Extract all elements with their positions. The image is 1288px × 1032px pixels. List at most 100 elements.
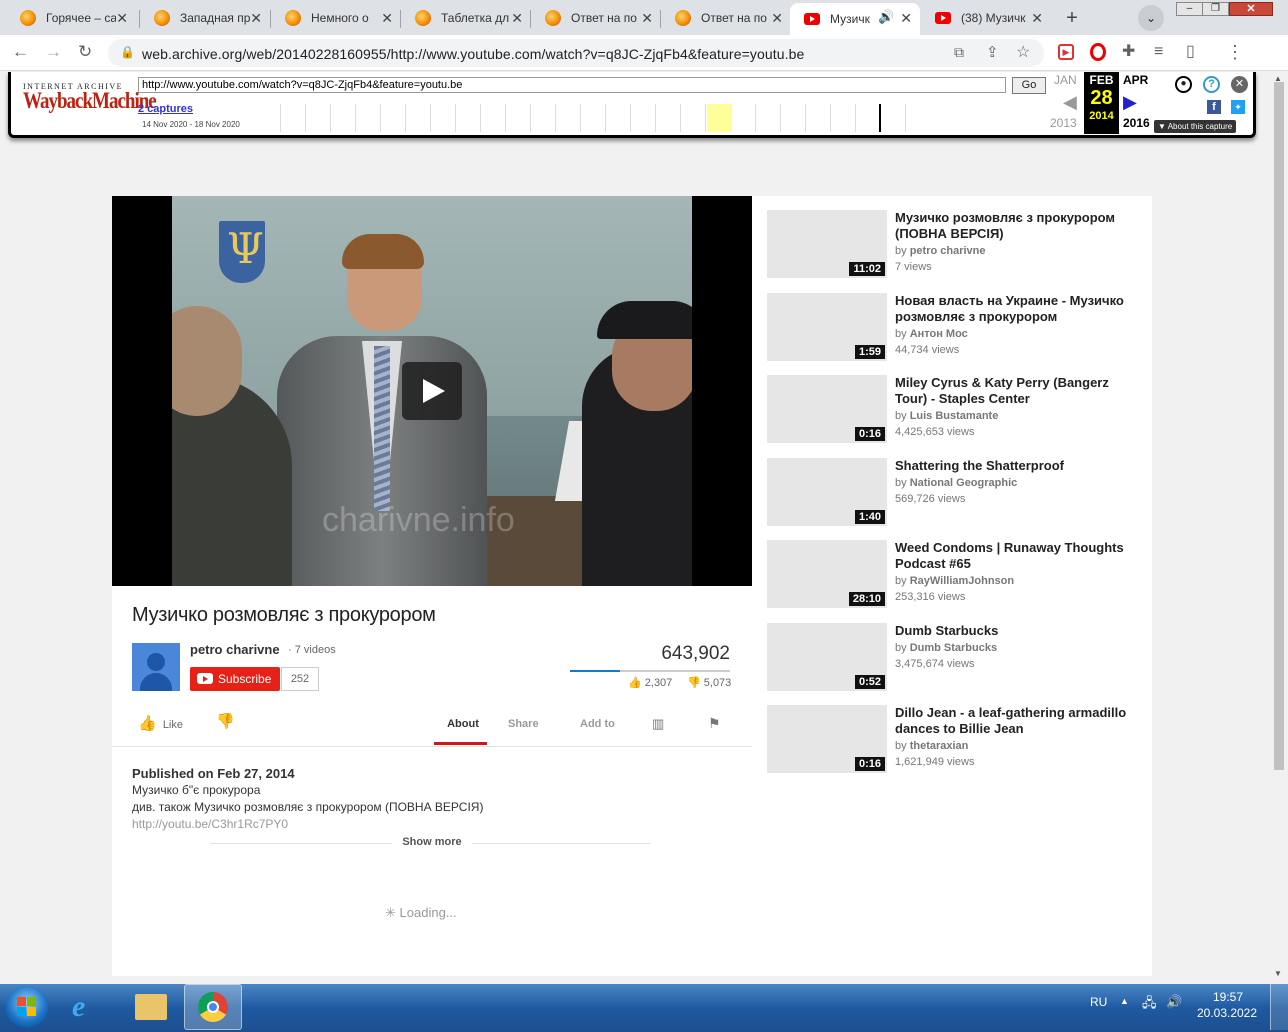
clock-date[interactable]: 20.03.2022 [1194,1006,1260,1020]
twitter-icon[interactable]: ✦ [1231,100,1245,114]
flag-icon[interactable]: ⚑ [708,715,721,732]
page-scrollbar[interactable]: ▲ ▼ [1270,72,1288,984]
facebook-icon[interactable]: f [1207,100,1221,114]
internet-explorer-icon[interactable]: e [72,990,85,1024]
close-tab-icon[interactable]: ✕ [771,10,783,27]
subscribe-button[interactable]: Subscribe [190,667,280,691]
account-icon[interactable]: ● [1175,76,1192,93]
channel-name[interactable]: RayWilliamJohnson [910,575,1014,587]
close-icon[interactable]: ✕ [1231,76,1248,93]
close-tab-icon[interactable]: ✕ [900,10,912,27]
tab-6[interactable]: Ответ на по ✕ [661,3,791,33]
related-video-item[interactable]: 0:16 Miley Cyrus & Katy Perry (Bangerz To… [767,375,1147,445]
next-capture-arrow-icon[interactable]: ▶ [1123,92,1137,113]
scrollbar-thumb[interactable] [1274,82,1284,770]
prev-year[interactable]: 2013 [1050,116,1077,130]
wayback-url-input[interactable] [138,77,1006,93]
language-indicator[interactable]: RU [1090,995,1107,1009]
close-tab-icon[interactable]: ✕ [641,10,653,27]
address-bar[interactable]: 🔒 web.archive.org/web/20140228160955/htt… [108,39,1044,67]
related-video-title[interactable]: Dillo Jean - a leaf-gathering armadillo … [895,705,1135,736]
related-video-item[interactable]: 11:02 Музичко розмовляє з прокурором (ПОВ… [767,210,1147,280]
tab-add-to[interactable]: Add to [580,718,615,730]
start-button[interactable] [6,986,48,1028]
minimize-button[interactable]: – [1176,2,1203,16]
video-thumbnail[interactable]: 0:16 [767,705,887,773]
prev-capture-arrow-icon[interactable]: ◀ [1063,92,1077,113]
speaker-icon[interactable]: 🔊 [878,9,894,25]
media-control-icon[interactable]: ≡ [1154,43,1163,61]
tab-8[interactable]: (38) Музичк ✕ [921,3,1051,33]
related-video-item[interactable]: 0:52 Dumb Starbucks by Dumb Starbucks 3,475… [767,623,1147,693]
related-video-title[interactable]: Dumb Starbucks [895,623,1135,639]
opera-extension-icon[interactable] [1090,43,1106,61]
new-tab-button[interactable]: + [1058,5,1086,33]
show-desktop-button[interactable] [1270,984,1288,1030]
channel-name[interactable]: Dumb Starbucks [910,642,997,654]
related-video-item[interactable]: 1:59 Новая власть на Украине - Музичко ро… [767,293,1147,363]
description-link[interactable]: http://youtu.be/C3hr1Rc7PY0 [132,817,288,831]
captures-link[interactable]: 2 captures [138,103,193,115]
video-thumbnail[interactable]: 0:16 [767,375,887,443]
channel-name[interactable]: Антон Мос [910,328,968,340]
related-video-channel[interactable]: by Luis Bustamante [895,410,998,422]
related-video-channel[interactable]: by Антон Мос [895,328,968,340]
tab-2[interactable]: Западная пр ✕ [140,3,270,33]
related-video-item[interactable]: 28:10 Weed Condoms | Runaway Thoughts Pod… [767,540,1147,610]
related-video-channel[interactable]: by RayWilliamJohnson [895,575,1014,587]
like-button[interactable]: 👍 Like [138,714,183,732]
related-video-channel[interactable]: by National Geographic [895,477,1017,489]
close-tab-icon[interactable]: ✕ [116,10,128,27]
show-more-button[interactable]: Show more [392,836,472,848]
related-video-title[interactable]: Shattering the Shatterproof [895,458,1135,474]
channel-video-count[interactable]: · 7 videos [288,644,336,656]
wayback-go-button[interactable]: Go [1012,77,1046,94]
related-video-channel[interactable]: by thetaraxian [895,740,968,752]
tab-1[interactable]: Горячее – са ✕ [6,3,136,33]
tab-share[interactable]: Share [508,718,539,730]
puzzle-extensions-icon[interactable]: ✚ [1122,43,1135,61]
close-tab-icon[interactable]: ✕ [1031,10,1043,27]
related-video-title[interactable]: Музичко розмовляє з прокурором (ПОВНА ВЕ… [895,210,1135,241]
about-capture-button[interactable]: ▼ About this capture [1154,120,1237,133]
close-window-button[interactable]: ✕ [1229,2,1273,16]
extension-icon[interactable]: ▶ [1058,44,1074,60]
help-icon[interactable]: ? [1203,76,1220,93]
wayback-logo[interactable]: WaybackMachine [23,89,157,115]
channel-name[interactable]: Luis Bustamante [910,410,999,422]
video-thumbnail[interactable]: 0:52 [767,623,887,691]
tab-7-active[interactable]: Музичк 🔊 ✕ [790,3,920,35]
video-thumbnail[interactable]: 28:10 [767,540,887,608]
close-tab-icon[interactable]: ✕ [511,10,523,27]
channel-name[interactable]: thetaraxian [910,740,969,752]
reload-icon[interactable]: ↻ [78,43,92,61]
video-player[interactable]: Ψ charivne.info [112,196,752,586]
tab-3[interactable]: Немного о ✕ [271,3,401,33]
side-panel-icon[interactable]: ▯ [1186,43,1195,61]
translate-icon[interactable]: ⧉ [954,44,964,61]
channel-name[interactable]: petro charivne [190,642,280,657]
next-year[interactable]: 2016 [1123,116,1150,130]
channel-name[interactable]: National Geographic [910,477,1018,489]
clock-time[interactable]: 19:57 [1196,990,1260,1004]
video-thumbnail[interactable]: 1:59 [767,293,887,361]
network-icon[interactable]: 🖧 [1142,994,1157,1016]
play-button[interactable] [402,362,462,420]
volume-icon[interactable]: 🔊 [1166,994,1182,1010]
close-tab-icon[interactable]: ✕ [250,10,262,27]
related-video-title[interactable]: Новая власть на Украине - Музичко розмов… [895,293,1135,324]
prev-month[interactable]: JAN [1054,73,1077,87]
related-video-channel[interactable]: by Dumb Starbucks [895,642,997,654]
related-video-title[interactable]: Weed Condoms | Runaway Thoughts Podcast … [895,540,1135,571]
channel-name[interactable]: petro charivne [910,245,986,257]
capture-sparkline[interactable] [256,104,906,132]
related-video-title[interactable]: Miley Cyrus & Katy Perry (Bangerz Tour) … [895,375,1135,406]
tab-search-button[interactable]: ⌄ [1138,5,1164,31]
video-thumbnail[interactable]: 1:40 [767,458,887,526]
forward-icon[interactable]: → [45,43,62,61]
back-icon[interactable]: ← [12,43,29,61]
file-explorer-icon[interactable] [135,994,167,1020]
related-video-item[interactable]: 1:40 Shattering the Shatterproof by Nation… [767,458,1147,528]
tray-expand-icon[interactable]: ▲ [1120,996,1129,1006]
close-tab-icon[interactable]: ✕ [381,10,393,27]
